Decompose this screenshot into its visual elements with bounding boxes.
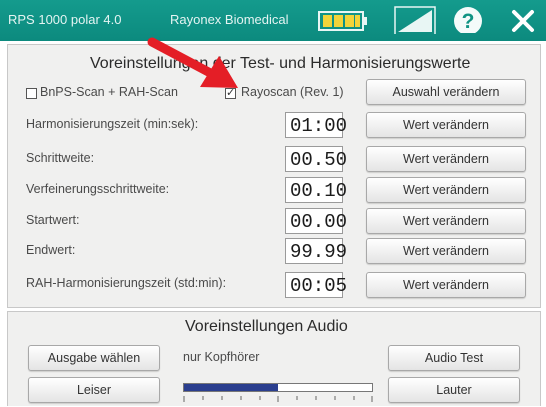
close-icon[interactable] [510, 8, 536, 36]
start-value-label: Startwert: [26, 213, 80, 227]
step-width-change-button[interactable]: Wert verändern [366, 146, 526, 172]
refinement-step-label: Verfeinerungsschrittweite: [26, 182, 170, 196]
louder-button[interactable]: Lauter [388, 377, 520, 403]
step-width-label: Schrittweite: [26, 151, 95, 165]
bnps-rah-checkbox[interactable] [26, 88, 37, 99]
harmonization-time-label: Harmonisierungszeit (min:sek): [26, 117, 199, 131]
battery-icon [318, 11, 367, 31]
harmonization-time-value: 01:00 [285, 112, 347, 138]
test-settings-panel: Voreinstellungen der Test- und Harmonisi… [7, 44, 541, 308]
volume-bar-fill [184, 384, 278, 391]
rayoscan-checkbox[interactable] [225, 86, 236, 99]
output-value: nur Kopfhörer [183, 350, 260, 364]
help-icon[interactable]: ? [452, 5, 484, 33]
refinement-step-value: 00.10 [285, 177, 347, 203]
end-value-label: Endwert: [26, 243, 76, 257]
quieter-button[interactable]: Leiser [28, 377, 160, 403]
bnps-rah-label: BnPS-Scan + RAH-Scan [40, 85, 178, 99]
app-title: RPS 1000 polar 4.0 [8, 12, 122, 27]
step-width-value: 00.50 [285, 146, 347, 172]
rayoscan-label: Rayoscan (Rev. 1) [241, 85, 344, 99]
harmonization-time-change-button[interactable]: Wert verändern [366, 112, 526, 138]
end-value-change-button[interactable]: Wert verändern [366, 238, 526, 264]
audio-test-button[interactable]: Audio Test [388, 345, 520, 371]
refinement-step-change-button[interactable]: Wert verändern [366, 177, 526, 203]
rah-harmonization-time-change-button[interactable]: Wert verändern [366, 272, 526, 298]
audio-settings-title: Voreinstellungen Audio [185, 318, 348, 335]
volume-scale-ticks [183, 396, 373, 402]
company-name: Rayonex Biomedical [170, 12, 289, 27]
rah-harmonization-time-label: RAH-Harmonisierungszeit (std:min): [26, 276, 227, 290]
volume-bar [183, 383, 373, 407]
end-value-value: 99.99 [285, 238, 347, 264]
audio-settings-panel: Voreinstellungen Audio Ausgabe wählen nu… [7, 311, 541, 406]
svg-text:?: ? [462, 10, 475, 33]
rah-harmonization-time-value: 00:05 [285, 272, 347, 298]
signal-icon [394, 6, 436, 34]
title-bar: RPS 1000 polar 4.0 Rayonex Biomedical ? [0, 0, 546, 41]
start-value-change-button[interactable]: Wert verändern [366, 208, 526, 234]
test-settings-title: Voreinstellungen der Test- und Harmonisi… [90, 55, 471, 72]
select-output-button[interactable]: Ausgabe wählen [28, 345, 160, 371]
start-value-value: 00.00 [285, 208, 347, 234]
change-selection-button[interactable]: Auswahl verändern [366, 79, 526, 105]
